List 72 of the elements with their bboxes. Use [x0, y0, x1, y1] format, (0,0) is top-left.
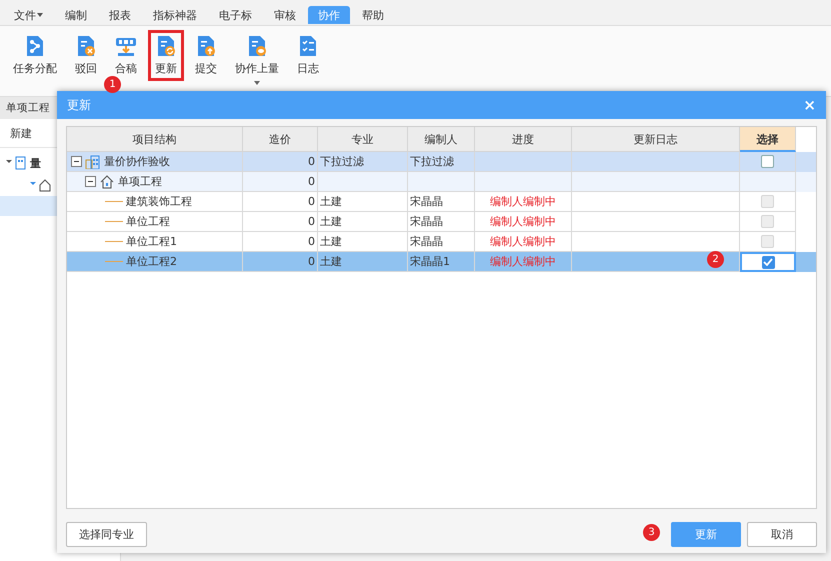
project-name: 单位工程: [126, 214, 170, 229]
progress-status: 编制人编制中: [490, 214, 556, 229]
house-icon: [28, 178, 52, 192]
collapse-icon[interactable]: [71, 156, 82, 167]
column-header: 专业: [318, 127, 408, 152]
progress-status: 编制人编制中: [490, 234, 556, 249]
tree-line: [105, 221, 123, 222]
checklist-icon: [297, 35, 319, 57]
menu-tab[interactable]: 指标神器: [143, 6, 207, 24]
discipline-text: 下拉过滤: [320, 154, 364, 169]
editor-text: 宋晶晶: [410, 194, 443, 209]
table-row[interactable]: 量价协作验收 0 下拉过滤 下拉过滤: [67, 152, 816, 172]
tree-line: [105, 261, 123, 262]
menu-tab[interactable]: 文件: [4, 6, 53, 24]
menu-tab[interactable]: 报表: [99, 6, 141, 24]
document-icon: [75, 35, 97, 57]
project-name: 量价协作验收: [104, 154, 170, 169]
project-name: 单位工程2: [126, 254, 177, 269]
editor-text: 宋晶晶: [410, 234, 443, 249]
editor-text: 宋晶晶: [410, 214, 443, 229]
progress-status: 编制人编制中: [490, 254, 556, 269]
document-icon: [195, 35, 217, 57]
select-same-discipline-button[interactable]: 选择同专业: [66, 522, 147, 547]
menu-tab[interactable]: 编制: [55, 6, 97, 24]
new-button[interactable]: 新建: [10, 126, 32, 140]
menu-tab[interactable]: 帮助: [352, 6, 394, 24]
cost-cell: 0: [243, 252, 318, 272]
project-name: 单项工程: [118, 174, 162, 189]
toolbar-button[interactable]: 日志: [290, 30, 326, 81]
column-header: 更新日志: [572, 127, 740, 152]
network-icon: [24, 35, 46, 57]
building-icon: [4, 156, 28, 170]
menu-tab[interactable]: 电子标: [209, 6, 262, 24]
column-header: 选择: [740, 127, 796, 152]
collapse-icon[interactable]: [85, 176, 96, 187]
project-name: 建筑装饰工程: [126, 194, 192, 209]
editor-text: 下拉过滤: [410, 154, 454, 169]
dialog-title: 更新: [67, 96, 91, 114]
toolbar-button[interactable]: 协作上量: [228, 30, 286, 90]
toolbar-button[interactable]: 更新: [148, 30, 184, 81]
tree-line: [105, 241, 123, 242]
discipline-text: 土建: [320, 214, 342, 229]
discipline-text: 土建: [320, 194, 342, 209]
column-header: 进度: [475, 127, 572, 152]
checkbox[interactable]: [762, 256, 774, 268]
document-icon: [155, 35, 177, 57]
house-icon: [99, 174, 115, 188]
cost-cell: 0: [243, 192, 318, 212]
cancel-button[interactable]: 取消: [747, 522, 817, 547]
toolbar-button[interactable]: 任务分配: [6, 30, 64, 81]
panel-tab[interactable]: 单项工程: [6, 101, 50, 115]
cost-cell: 0: [243, 172, 318, 192]
column-header: 编制人: [408, 127, 475, 152]
checkbox[interactable]: [761, 155, 774, 168]
project-name: 单位工程1: [126, 234, 177, 249]
tree-item[interactable]: 量: [30, 156, 41, 170]
editor-text: 宋晶晶1: [410, 254, 450, 269]
menu-tab[interactable]: 审核: [264, 6, 306, 24]
progress-status: 编制人编制中: [490, 194, 556, 209]
building-icon: [85, 154, 101, 168]
merge-icon: [115, 35, 137, 57]
document-icon: [246, 35, 268, 57]
table-row[interactable]: 单项工程 0: [67, 172, 816, 192]
column-header: 项目结构: [67, 127, 243, 152]
discipline-text: 土建: [320, 234, 342, 249]
column-header: 造价: [243, 127, 318, 152]
toolbar-button[interactable]: 驳回: [68, 30, 104, 81]
check-icon: [763, 258, 773, 266]
tree-line: [105, 201, 123, 202]
discipline-text: 土建: [320, 254, 342, 269]
cost-cell: 0: [243, 212, 318, 232]
toolbar-button[interactable]: 提交: [188, 30, 224, 81]
